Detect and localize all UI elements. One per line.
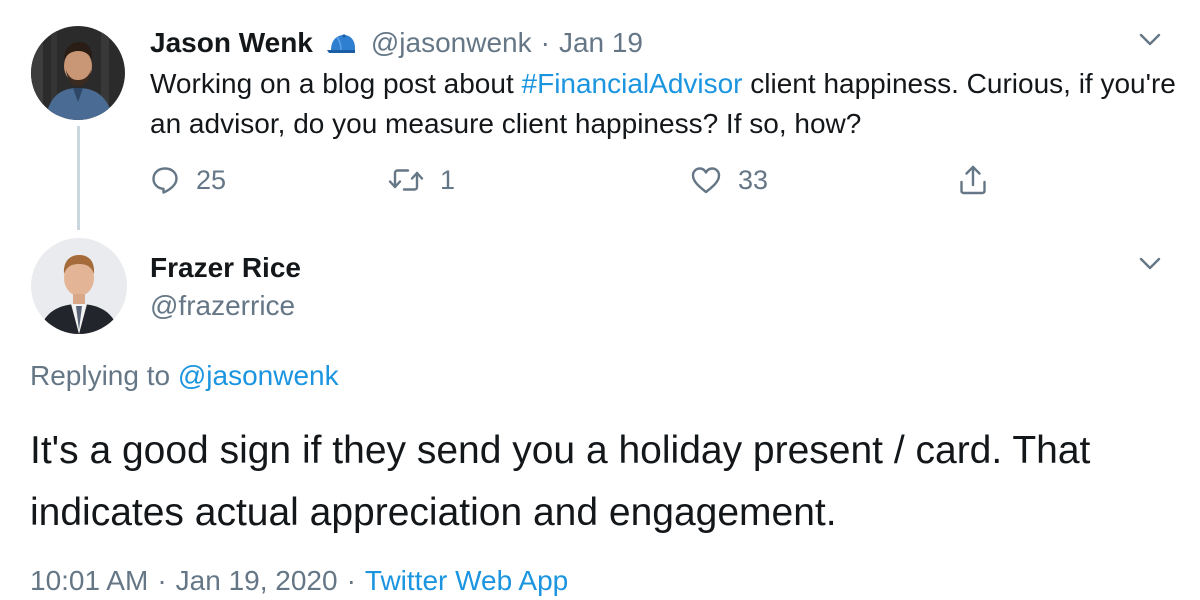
replying-to-mention-link[interactable]: @jasonwenk [178,360,339,391]
meta-separator: · [157,565,167,596]
reply-count: 25 [196,164,227,195]
like-action[interactable]: 33 [690,160,768,200]
chevron-down-icon[interactable] [1139,33,1161,47]
heart-icon [691,167,721,194]
frazer-rice-avatar[interactable] [31,238,127,334]
source-app-link[interactable]: Twitter Web App [365,565,568,596]
tweet-metadata: 10:01 AM · Jan 19, 2020 · Twitter Web App [30,563,568,599]
meta-separator: · [346,565,356,596]
reply-display-name[interactable]: Frazer Rice [150,250,301,286]
parent-tweet-text: Working on a blog post about #FinancialA… [150,64,1180,144]
retweet-icon [388,169,424,191]
share-action[interactable] [958,160,988,200]
share-upload-icon [960,165,986,195]
retweet-count: 1 [440,164,456,195]
parent-handle[interactable]: @jasonwenk [371,27,532,59]
reply-bubble-icon [152,167,178,194]
thread-connector-line [77,126,80,230]
replying-to-label: Replying to [30,360,178,391]
hashtag-link[interactable]: #FinancialAdvisor [522,68,743,99]
tweet-time[interactable]: 10:01 AM [30,565,148,596]
retweet-action[interactable]: 1 [388,160,455,200]
parent-date[interactable]: Jan 19 [559,27,643,59]
tweet-date[interactable]: Jan 19, 2020 [176,565,338,596]
reply-action[interactable]: 25 [150,160,226,200]
baseball-cap-icon [325,31,359,55]
like-count: 33 [738,164,769,195]
replying-to-line: Replying to @jasonwenk [30,358,339,394]
reply-tweet-text: It's a good sign if they send you a holi… [30,429,1091,534]
parent-display-name[interactable]: Jason Wenk [150,27,313,59]
jason-wenk-avatar[interactable] [31,26,125,120]
header-separator: · [540,27,550,58]
parent-text-before: Working on a blog post about [150,68,522,99]
chevron-down-icon[interactable] [1139,257,1161,271]
reply-handle[interactable]: @frazerrice [150,288,295,324]
parent-tweet-header: Jason Wenk @jasonwenk · Jan 19 [150,24,643,62]
